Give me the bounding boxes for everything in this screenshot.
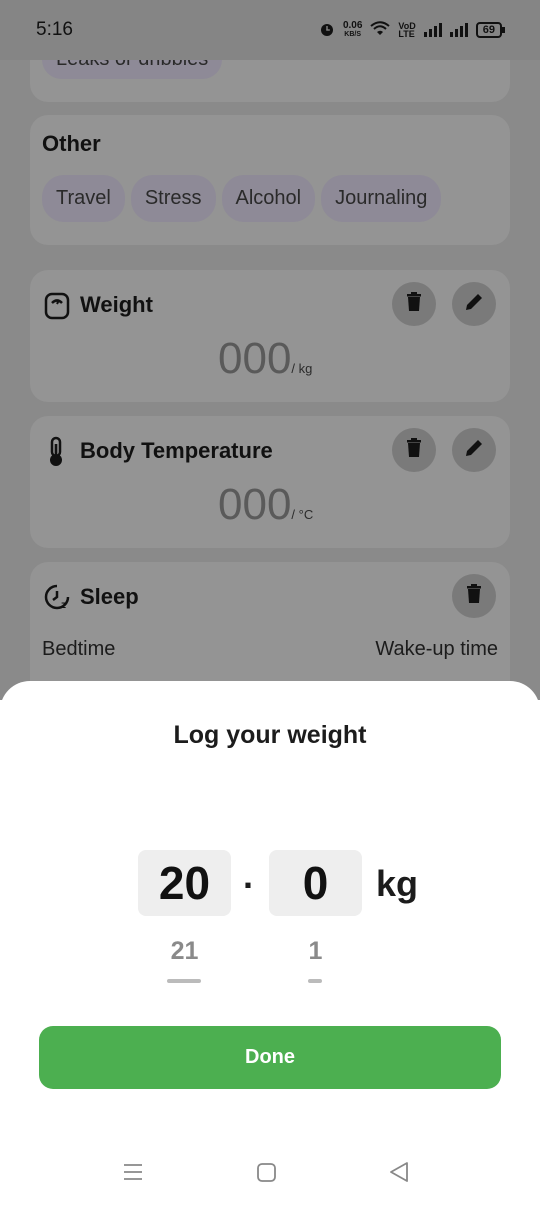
decimal-picker-next[interactable]: 1 [269, 937, 362, 966]
sleep-delete-button[interactable] [452, 574, 496, 618]
background-content: Leaks or dribbles Other TravelStressAlco… [0, 60, 540, 700]
pencil-icon [464, 292, 484, 317]
sheet-title: Log your weight [173, 721, 367, 749]
temperature-edit-button[interactable] [452, 428, 496, 472]
volte-label: VoD LTE [398, 21, 416, 39]
thermometer-icon [46, 436, 66, 473]
system-nav-bar [0, 1150, 540, 1196]
chip-leaks[interactable]: Leaks or dribbles [42, 60, 223, 79]
trash-icon [406, 291, 422, 317]
weight-card: Weight 000/ kg [30, 270, 510, 402]
weight-value-row: 000/ kg [218, 334, 312, 384]
scale-icon [44, 292, 70, 325]
temperature-card: Body Temperature 000/ °C [30, 416, 510, 548]
integer-picker-faded [167, 979, 201, 983]
home-icon[interactable] [257, 1163, 276, 1187]
svg-text:z: z [61, 600, 66, 610]
weight-delete-button[interactable] [392, 282, 436, 326]
chip-journaling[interactable]: Journaling [321, 175, 442, 222]
weight-title: Weight [80, 292, 153, 317]
weight-unit: / kg [291, 361, 313, 376]
weight-unit-label: kg [376, 863, 419, 904]
symptoms-card-partial: Leaks or dribbles [30, 60, 510, 102]
status-bar: 5:16 0.06 KB/S VoD LTE 69 [0, 0, 540, 60]
temperature-value: 000 [218, 480, 292, 529]
bedtime-label: Bedtime [42, 638, 116, 660]
status-icons: 0.06 KB/S VoD LTE 69 [319, 20, 506, 40]
other-title: Other [42, 131, 101, 156]
done-button[interactable]: Done [39, 1026, 501, 1089]
decimal-picker-faded [308, 979, 322, 983]
battery-indicator: 69 [475, 22, 506, 38]
trash-icon [466, 583, 482, 609]
sleep-card: z Sleep Bedtime Wake-up time [30, 562, 510, 700]
pencil-icon [464, 438, 484, 463]
weight-value: 000 [218, 334, 292, 383]
trash-icon [406, 437, 422, 463]
weight-bottom-sheet: Log your weight 20 . 0 kg 21 1 Done [0, 681, 540, 1206]
temperature-title: Body Temperature [80, 438, 273, 463]
temperature-unit: / °C [291, 507, 314, 522]
temperature-value-row: 000/ °C [218, 480, 313, 530]
alarm-icon [319, 21, 335, 40]
status-time: 5:16 [36, 19, 73, 40]
temperature-delete-button[interactable] [392, 428, 436, 472]
signal-icon-1 [423, 23, 442, 37]
weight-edit-button[interactable] [452, 282, 496, 326]
wakeup-label: Wake-up time [375, 638, 498, 660]
network-speed: 0.06 KB/S [343, 21, 362, 39]
menu-icon[interactable] [123, 1163, 143, 1186]
chip-stress[interactable]: Stress [130, 175, 216, 222]
other-card: Other Travel Stress Alcohol Journaling [30, 115, 510, 245]
other-chips: Travel Stress Alcohol Journaling [42, 175, 447, 222]
speed-unit: KB/S [344, 31, 362, 38]
wifi-icon [370, 20, 391, 40]
back-icon[interactable] [390, 1162, 408, 1187]
decimal-picker[interactable]: 0 [269, 850, 362, 916]
signal-icon-2 [449, 23, 468, 37]
chip-travel[interactable]: Travel [42, 175, 125, 222]
integer-picker-next[interactable]: 21 [138, 937, 231, 966]
decimal-separator: . [243, 855, 254, 896]
integer-picker[interactable]: 20 [138, 850, 231, 916]
chip-alcohol[interactable]: Alcohol [221, 175, 316, 222]
sleep-title: Sleep [80, 584, 139, 609]
speed-value: 0.06 [342, 20, 363, 31]
sleep-clock-icon: z [44, 584, 70, 615]
